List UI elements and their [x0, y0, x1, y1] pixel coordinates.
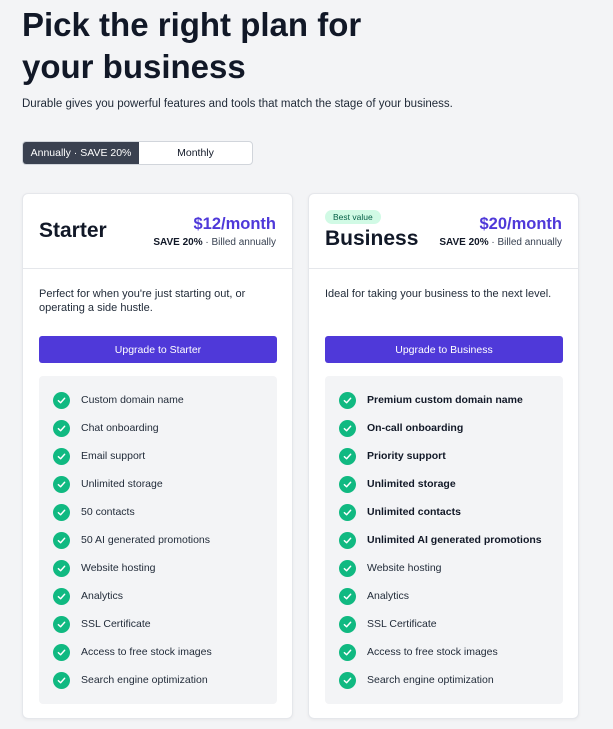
- plan-name: Business: [325, 227, 419, 250]
- feature-list: Premium custom domain name On-call onboar…: [325, 376, 563, 704]
- feature-label: Analytics: [367, 590, 410, 602]
- plan-billing-note: SAVE 20% · Billed annually: [153, 237, 276, 248]
- check-circle-icon: [53, 643, 70, 661]
- feature-label: Search engine optimization: [367, 674, 494, 686]
- feature-label: Search engine optimization: [81, 674, 208, 686]
- check-circle-icon: [53, 447, 70, 465]
- feature-label: Unlimited AI generated promotions: [367, 534, 542, 546]
- page-title-line-1: Pick the right plan for: [22, 6, 362, 43]
- feature-label: Unlimited storage: [367, 478, 456, 490]
- feature-item: 50 contacts: [39, 498, 277, 526]
- feature-label: Analytics: [81, 590, 124, 602]
- feature-item: Access to free stock images: [39, 638, 277, 666]
- feature-item: Analytics: [39, 582, 277, 610]
- check-circle-icon: [53, 671, 70, 689]
- check-circle-icon: [53, 419, 70, 437]
- save-label: SAVE 20%: [439, 237, 489, 248]
- billing-period-toggle: Annually · SAVE 20% Monthly: [22, 141, 253, 165]
- feature-label: SSL Certificate: [367, 618, 437, 630]
- best-value-badge: Best value: [325, 210, 381, 224]
- save-label: SAVE 20%: [153, 237, 203, 248]
- check-circle-icon: [339, 531, 356, 549]
- feature-label: Website hosting: [81, 562, 156, 574]
- feature-item: Website hosting: [39, 554, 277, 582]
- check-circle-icon: [339, 587, 356, 605]
- page-title: Pick the right plan for your business: [22, 4, 442, 88]
- feature-item: Priority support: [325, 442, 563, 470]
- feature-label: On-call onboarding: [367, 422, 464, 434]
- feature-label: Custom domain name: [81, 394, 184, 406]
- check-circle-icon: [53, 475, 70, 493]
- check-circle-icon: [339, 671, 356, 689]
- plan-card-business: Best value Business $20/month SAVE 20% ·…: [308, 193, 579, 719]
- feature-item: Premium custom domain name: [325, 386, 563, 414]
- plan-card-header: Best value Business $20/month SAVE 20% ·…: [309, 194, 578, 269]
- feature-item: Unlimited contacts: [325, 498, 563, 526]
- upgrade-starter-button[interactable]: Upgrade to Starter: [39, 336, 277, 363]
- check-circle-icon: [339, 559, 356, 577]
- check-circle-icon: [339, 615, 356, 633]
- plan-card-starter: Starter $12/month SAVE 20% · Billed annu…: [22, 193, 293, 719]
- check-circle-icon: [339, 391, 356, 409]
- page-subtitle: Durable gives you powerful features and …: [22, 98, 453, 110]
- feature-label: Access to free stock images: [81, 646, 212, 658]
- feature-label: Unlimited contacts: [367, 506, 461, 518]
- check-circle-icon: [339, 447, 356, 465]
- feature-item: Unlimited AI generated promotions: [325, 526, 563, 554]
- feature-item: Chat onboarding: [39, 414, 277, 442]
- feature-label: Priority support: [367, 450, 446, 462]
- feature-label: Premium custom domain name: [367, 394, 523, 406]
- feature-item: Custom domain name: [39, 386, 277, 414]
- feature-item: Unlimited storage: [325, 470, 563, 498]
- feature-item: Website hosting: [325, 554, 563, 582]
- check-circle-icon: [53, 615, 70, 633]
- billing-label: · Billed annually: [205, 237, 276, 248]
- upgrade-business-button[interactable]: Upgrade to Business: [325, 336, 563, 363]
- check-circle-icon: [53, 391, 70, 409]
- plan-billing-note: SAVE 20% · Billed annually: [439, 237, 562, 248]
- billing-label: · Billed annually: [491, 237, 562, 248]
- check-circle-icon: [53, 531, 70, 549]
- page-title-line-2: your business: [22, 48, 246, 85]
- feature-item: Email support: [39, 442, 277, 470]
- feature-item: SSL Certificate: [39, 610, 277, 638]
- feature-label: 50 AI generated promotions: [81, 534, 211, 546]
- feature-list: Custom domain name Chat onboarding Email s…: [39, 376, 277, 704]
- check-circle-icon: [339, 643, 356, 661]
- check-circle-icon: [53, 503, 70, 521]
- feature-item: Analytics: [325, 582, 563, 610]
- feature-label: 50 contacts: [81, 506, 135, 518]
- check-circle-icon: [339, 419, 356, 437]
- plan-description: Ideal for taking your business to the ne…: [325, 288, 552, 300]
- feature-label: Email support: [81, 450, 146, 462]
- feature-label: SSL Certificate: [81, 618, 151, 630]
- check-circle-icon: [339, 475, 356, 493]
- monthly-option[interactable]: Monthly: [139, 142, 252, 164]
- feature-item: On-call onboarding: [325, 414, 563, 442]
- feature-label: Chat onboarding: [81, 422, 159, 434]
- plan-price: $12/month: [193, 215, 276, 233]
- feature-item: Search engine optimization: [325, 666, 563, 694]
- feature-label: Website hosting: [367, 562, 442, 574]
- feature-label: Access to free stock images: [367, 646, 498, 658]
- check-circle-icon: [53, 559, 70, 577]
- feature-item: Search engine optimization: [39, 666, 277, 694]
- feature-item: Unlimited storage: [39, 470, 277, 498]
- plan-name: Starter: [39, 219, 107, 242]
- feature-item: 50 AI generated promotions: [39, 526, 277, 554]
- check-circle-icon: [53, 587, 70, 605]
- plan-description: Perfect for when you're just starting ou…: [39, 288, 246, 314]
- plan-price: $20/month: [479, 215, 562, 233]
- check-circle-icon: [339, 503, 356, 521]
- annually-option[interactable]: Annually · SAVE 20%: [23, 142, 139, 164]
- feature-item: Access to free stock images: [325, 638, 563, 666]
- plan-card-header: Starter $12/month SAVE 20% · Billed annu…: [23, 194, 292, 269]
- feature-label: Unlimited storage: [81, 478, 163, 490]
- feature-item: SSL Certificate: [325, 610, 563, 638]
